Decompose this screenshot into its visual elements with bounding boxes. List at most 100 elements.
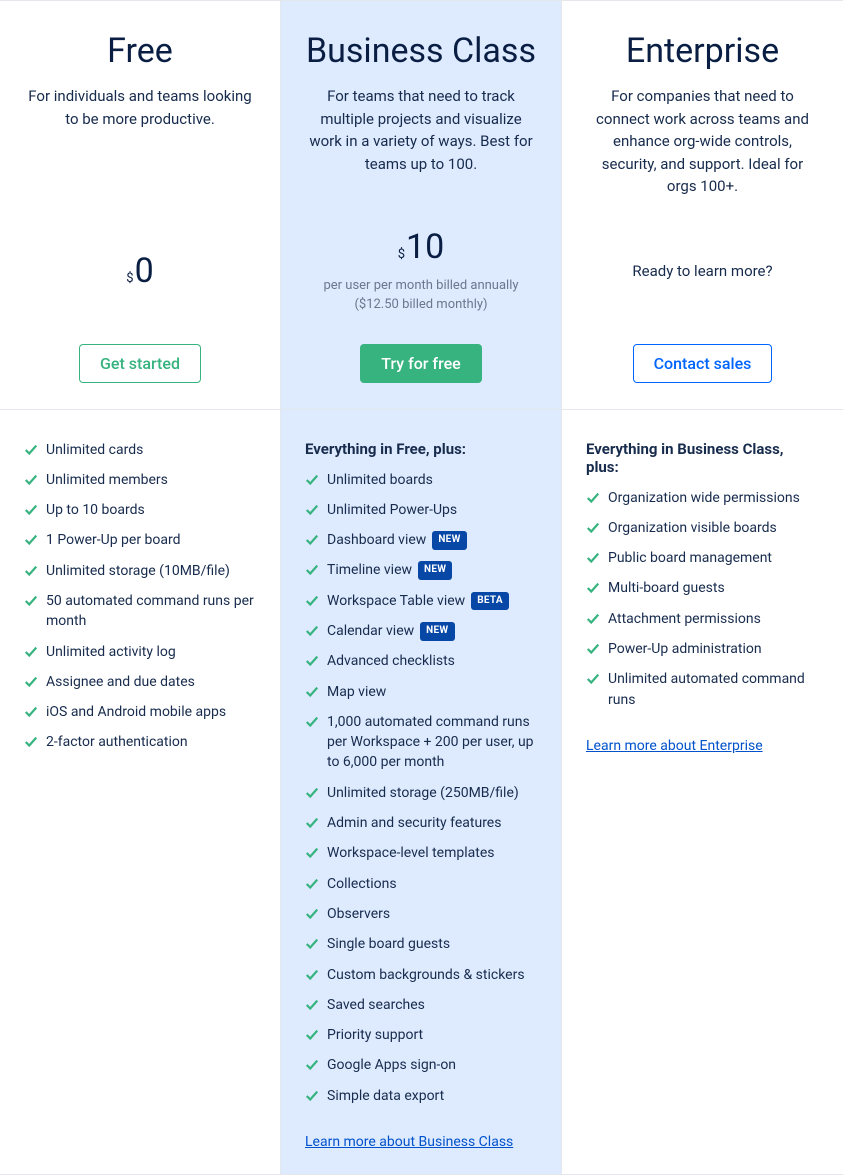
plan-description: For companies that need to connect work … bbox=[582, 85, 823, 198]
feature-item: Observers bbox=[305, 904, 537, 924]
feature-text: Unlimited automated command runs bbox=[608, 669, 819, 710]
check-icon bbox=[305, 594, 319, 608]
plan-price: $ 0 bbox=[126, 251, 153, 291]
feature-item: Unlimited members bbox=[24, 470, 256, 490]
price-block: $ 10 per user per month billed annually … bbox=[301, 216, 541, 326]
check-icon bbox=[305, 786, 319, 800]
check-icon bbox=[586, 642, 600, 656]
feature-item: Organization visible boards bbox=[586, 518, 819, 538]
feature-text: Simple data export bbox=[327, 1086, 444, 1106]
feature-item: Google Apps sign-on bbox=[305, 1055, 537, 1075]
feature-list: Unlimited cards Unlimited members Up to 10… bbox=[24, 440, 256, 753]
feature-item: Collections bbox=[305, 874, 537, 894]
feature-text: Public board management bbox=[608, 548, 772, 568]
feature-text: Admin and security features bbox=[327, 813, 501, 833]
badge-new: NEW bbox=[420, 622, 454, 641]
feature-text: Calendar viewNEW bbox=[327, 621, 455, 641]
feature-item: Power-Up administration bbox=[586, 639, 819, 659]
feature-text: Attachment permissions bbox=[608, 609, 761, 629]
plan-price: $ 10 bbox=[398, 227, 445, 267]
feature-item: 1,000 automated command runs per Workspa… bbox=[305, 712, 537, 773]
check-icon bbox=[305, 907, 319, 921]
get-started-button[interactable]: Get started bbox=[79, 344, 201, 383]
check-icon bbox=[586, 612, 600, 626]
price-amount: 10 bbox=[406, 227, 444, 267]
check-icon bbox=[586, 491, 600, 505]
feature-item: Map view bbox=[305, 682, 537, 702]
check-icon bbox=[24, 533, 38, 547]
contact-sales-button[interactable]: Contact sales bbox=[633, 344, 773, 383]
feature-text: Collections bbox=[327, 874, 397, 894]
feature-item: Admin and security features bbox=[305, 813, 537, 833]
check-icon bbox=[305, 998, 319, 1012]
feature-item: Workspace Table viewBETA bbox=[305, 591, 537, 611]
check-icon bbox=[24, 594, 38, 608]
feature-text: 2-factor authentication bbox=[46, 732, 188, 752]
feature-text: Organization wide permissions bbox=[608, 488, 800, 508]
feature-item: Organization wide permissions bbox=[586, 488, 819, 508]
feature-text: Workspace Table viewBETA bbox=[327, 591, 509, 611]
check-icon bbox=[305, 624, 319, 638]
feature-text: Unlimited activity log bbox=[46, 642, 176, 662]
feature-text: Timeline viewNEW bbox=[327, 560, 452, 580]
check-icon bbox=[305, 937, 319, 951]
check-icon bbox=[305, 473, 319, 487]
check-icon bbox=[305, 685, 319, 699]
feature-item: Workspace-level templates bbox=[305, 843, 537, 863]
feature-item: Unlimited boards bbox=[305, 470, 537, 490]
feature-item: Unlimited automated command runs bbox=[586, 669, 819, 710]
feature-text: Advanced checklists bbox=[327, 651, 455, 671]
feature-text: 50 automated command runs per month bbox=[46, 591, 256, 632]
check-icon bbox=[586, 581, 600, 595]
try-for-free-button[interactable]: Try for free bbox=[360, 344, 481, 383]
plan-free: Free For individuals and teams looking t… bbox=[0, 1, 281, 409]
feature-item: Timeline viewNEW bbox=[305, 560, 537, 580]
feature-text: Unlimited cards bbox=[46, 440, 143, 460]
feature-heading: Everything in Business Class, plus: bbox=[586, 440, 819, 476]
feature-list: Organization wide permissions Organizatio… bbox=[586, 488, 819, 710]
check-icon bbox=[305, 1028, 319, 1042]
feature-item: Attachment permissions bbox=[586, 609, 819, 629]
feature-text: Google Apps sign-on bbox=[327, 1055, 456, 1075]
feature-list: Unlimited boardsUnlimited Power-UpsDashb… bbox=[305, 470, 537, 1107]
check-icon bbox=[305, 533, 319, 547]
feature-item: 2-factor authentication bbox=[24, 732, 256, 752]
feature-item: Single board guests bbox=[305, 934, 537, 954]
feature-item: iOS and Android mobile apps bbox=[24, 702, 256, 722]
feature-item: 1 Power-Up per board bbox=[24, 530, 256, 550]
check-icon bbox=[586, 521, 600, 535]
features-enterprise: Everything in Business Class, plus: Organ… bbox=[562, 410, 843, 1175]
feature-item: Unlimited cards bbox=[24, 440, 256, 460]
plan-title: Free bbox=[107, 31, 173, 71]
feature-text: Saved searches bbox=[327, 995, 425, 1015]
feature-text: Map view bbox=[327, 682, 386, 702]
feature-item: Saved searches bbox=[305, 995, 537, 1015]
learn-more-link[interactable]: Learn more about Business Class bbox=[305, 1134, 513, 1150]
feature-text: Workspace-level templates bbox=[327, 843, 494, 863]
plan-description: For individuals and teams looking to be … bbox=[20, 85, 260, 130]
check-icon bbox=[24, 645, 38, 659]
learn-more-link[interactable]: Learn more about Enterprise bbox=[586, 738, 763, 754]
check-icon bbox=[305, 654, 319, 668]
feature-item: Up to 10 boards bbox=[24, 500, 256, 520]
check-icon bbox=[24, 443, 38, 457]
feature-item: Advanced checklists bbox=[305, 651, 537, 671]
check-icon bbox=[24, 473, 38, 487]
badge-new: NEW bbox=[432, 531, 466, 550]
feature-item: 50 automated command runs per month bbox=[24, 591, 256, 632]
check-icon bbox=[24, 735, 38, 749]
check-icon bbox=[305, 715, 319, 729]
feature-item: Simple data export bbox=[305, 1086, 537, 1106]
check-icon bbox=[24, 564, 38, 578]
price-amount: 0 bbox=[135, 251, 154, 291]
ready-to-learn-text: Ready to learn more? bbox=[632, 262, 772, 280]
feature-text: Unlimited boards bbox=[327, 470, 433, 490]
plan-title: Business Class bbox=[306, 31, 536, 71]
currency-symbol: $ bbox=[126, 271, 133, 286]
feature-item: Unlimited activity log bbox=[24, 642, 256, 662]
feature-text: Unlimited members bbox=[46, 470, 168, 490]
price-sub-text: per user per month billed annually ($12.… bbox=[301, 277, 541, 313]
plan-business-class: Business Class For teams that need to tr… bbox=[281, 1, 562, 409]
check-icon bbox=[586, 551, 600, 565]
check-icon bbox=[586, 672, 600, 686]
